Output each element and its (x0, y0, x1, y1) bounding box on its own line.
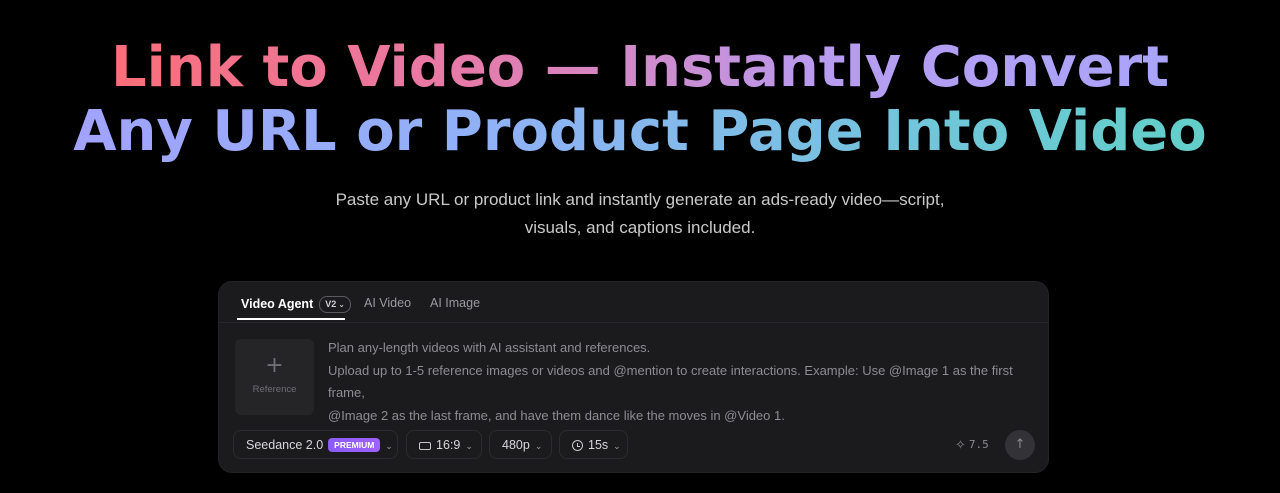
arrow-up-icon: ↑ (1014, 437, 1026, 452)
chevron-down-icon: ⌄ (534, 441, 543, 451)
model-name: Seedance 2.0 (246, 438, 324, 452)
hero-subtitle: Paste any URL or product link and instan… (290, 186, 990, 242)
version-selector[interactable]: V2 ⌄ (319, 296, 351, 313)
chevron-down-icon: ⌄ (613, 441, 621, 451)
prompt-placeholder-line-3: @Image 2 as the last frame, and have the… (328, 407, 785, 423)
reference-upload-button[interactable]: + Reference (235, 339, 314, 415)
resolution-selector[interactable]: 480p ⌄ (489, 430, 552, 459)
hero-title-line-2: Any URL or Product Page Into Video (0, 100, 1280, 164)
model-selector[interactable]: Seedance 2.0 PREMIUM ⌄ (233, 430, 398, 459)
hero-title: Link to Video — Instantly Convert Any UR… (0, 36, 1280, 164)
hero-title-line-1: Link to Video — Instantly Convert (0, 36, 1280, 100)
prompt-input[interactable]: Plan any-length videos with AI assistant… (328, 337, 1028, 427)
page: Link to Video — Instantly Convert Any UR… (0, 0, 1280, 493)
reference-label: Reference (252, 384, 297, 395)
aspect-ratio-selector[interactable]: 16:9 ⌄ (406, 430, 482, 459)
credits-value: 7.5 (968, 438, 989, 451)
chevron-down-icon: ⌄ (338, 300, 345, 309)
tab-ai-image[interactable]: AI Image (430, 296, 480, 310)
credits-cost: ✧ 7.5 (955, 438, 989, 453)
chevron-down-icon: ⌄ (385, 441, 393, 451)
submit-button[interactable]: ↑ (1005, 430, 1035, 460)
premium-badge: PREMIUM (328, 438, 381, 452)
tab-video-agent-label: Video Agent (241, 297, 314, 311)
chevron-down-icon: ⌄ (465, 441, 473, 451)
hero-subtitle-line-2: visuals, and captions included. (524, 218, 756, 237)
clock-icon (572, 440, 583, 451)
mode-tabs: Video Agent V2 ⌄ AI Video AI Image (219, 282, 1048, 323)
duration-value: 15s (588, 438, 609, 452)
plus-icon: + (265, 353, 284, 378)
duration-selector[interactable]: 15s ⌄ (559, 430, 628, 459)
hero-subtitle-line-1: Paste any URL or product link and instan… (335, 190, 945, 209)
aspect-ratio-value: 16:9 (436, 438, 461, 452)
prompt-placeholder-line-2: Upload up to 1-5 reference images or vid… (328, 362, 1013, 401)
aspect-ratio-icon (419, 442, 431, 450)
sparkle-icon: ✧ (955, 438, 966, 453)
version-label: V2 (325, 299, 337, 309)
tab-video-agent[interactable]: Video Agent V2 ⌄ (241, 296, 351, 313)
active-tab-indicator (237, 318, 345, 320)
generator-panel: Video Agent V2 ⌄ AI Video AI Image + Refer… (218, 281, 1049, 473)
resolution-value: 480p (502, 438, 530, 452)
prompt-placeholder-line-1: Plan any-length videos with AI assistant… (328, 340, 651, 355)
tab-ai-video[interactable]: AI Video (364, 296, 411, 310)
